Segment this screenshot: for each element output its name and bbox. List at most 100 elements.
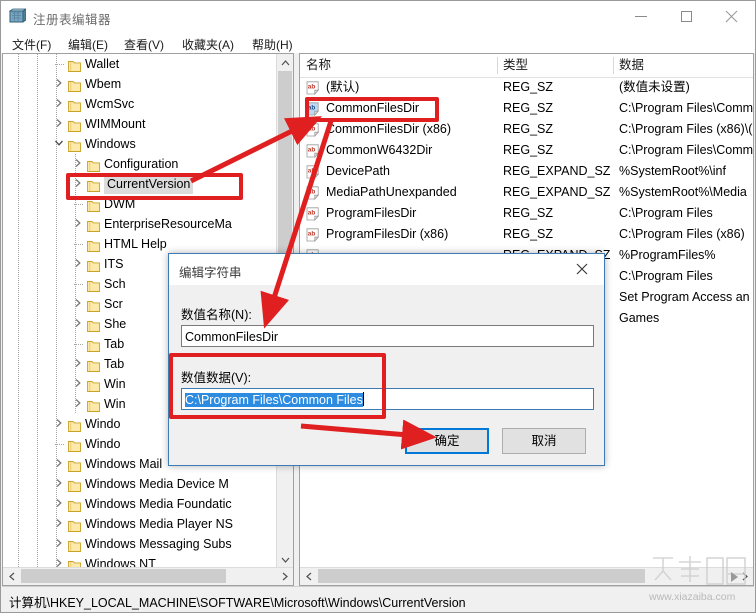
table-row[interactable]: abCommonFilesDirREG_SZC:\Program Files\C… [300, 98, 753, 119]
tree-hscroll-thumb[interactable] [21, 569, 226, 583]
list-hscroll-thumb[interactable] [318, 569, 645, 583]
tree-item-enterpriseresourcema[interactable]: EnterpriseResourceMa [3, 214, 277, 234]
tree-guide-line [56, 374, 57, 394]
table-row[interactable]: abMediaPathUnexpandedREG_EXPAND_SZ%Syste… [300, 182, 753, 203]
chevron-right-icon[interactable] [54, 498, 66, 510]
tree-item-label: Windo [85, 414, 120, 434]
table-row[interactable]: abProgramFilesDir (x86)REG_SZC:\Program … [300, 224, 753, 245]
ok-button[interactable]: 确定 [405, 428, 489, 454]
chevron-right-icon[interactable] [73, 258, 85, 270]
tree-item-windows-nt[interactable]: Windows NT [3, 554, 277, 568]
chevron-down-icon[interactable] [54, 138, 66, 150]
tree-scroll-left-icon[interactable] [3, 568, 20, 584]
edit-string-dialog: 编辑字符串 数值名称(N): CommonFilesDir 数值数据(V): C… [168, 253, 605, 466]
tree-guide-line [56, 214, 57, 234]
tree-item-label: Scr [104, 294, 123, 314]
tree-scroll-down-icon[interactable] [277, 551, 293, 568]
tree-item-label: EnterpriseResourceMa [104, 214, 232, 234]
tree-item-wallet[interactable]: Wallet [3, 54, 277, 74]
chevron-right-icon[interactable] [73, 318, 85, 330]
chevron-right-icon[interactable] [54, 458, 66, 470]
chevron-right-icon[interactable] [54, 118, 66, 130]
tree-item-windows[interactable]: Windows [3, 134, 277, 154]
column-header-type[interactable]: 类型 [497, 54, 613, 77]
chevron-right-icon[interactable] [73, 378, 85, 390]
menu-edit[interactable]: 编辑(E) [63, 35, 113, 54]
tree-item-wimmount[interactable]: WIMMount [3, 114, 277, 134]
menu-help[interactable]: 帮助(H) [247, 35, 298, 54]
chevron-right-icon[interactable] [73, 178, 85, 190]
value-data-input[interactable]: C:\Program Files\Common Files [181, 388, 594, 410]
chevron-right-icon[interactable] [54, 98, 66, 110]
chevron-right-icon[interactable] [73, 298, 85, 310]
close-button[interactable] [709, 1, 754, 31]
menu-view[interactable]: 查看(V) [119, 35, 169, 54]
tree-guide-line [18, 134, 19, 154]
tree-item-wcmsvc[interactable]: WcmSvc [3, 94, 277, 114]
tree-item-label: Windows Media Player NS [85, 514, 233, 534]
chevron-right-icon[interactable] [73, 398, 85, 410]
chevron-right-icon[interactable] [54, 518, 66, 530]
tree-item-configuration[interactable]: Configuration [3, 154, 277, 174]
folder-icon [87, 158, 100, 170]
tree-item-wbem[interactable]: Wbem [3, 74, 277, 94]
folder-icon [87, 218, 100, 230]
value-name-input[interactable]: CommonFilesDir [181, 325, 594, 347]
cell-data: C:\Program Files (x86)\( [619, 119, 752, 140]
tree-horizontal-scrollbar[interactable] [3, 567, 293, 585]
tree-item-label: DWM [104, 194, 135, 214]
tree-guide-line [56, 314, 57, 334]
minimize-button[interactable] [619, 1, 664, 31]
table-row[interactable]: abDevicePathREG_EXPAND_SZ%SystemRoot%\in… [300, 161, 753, 182]
list-scroll-right-icon[interactable] [736, 568, 753, 584]
tree-guide-line [37, 414, 38, 434]
chevron-right-icon[interactable] [54, 78, 66, 90]
tree-guide-line [37, 514, 38, 534]
tree-item-label: Tab [104, 354, 124, 374]
folder-icon [87, 278, 100, 290]
cell-name: MediaPathUnexpanded [326, 182, 457, 203]
list-scroll-left-icon[interactable] [300, 568, 317, 584]
folder-icon [68, 98, 81, 110]
tree-item-currentversion[interactable]: CurrentVersion [3, 174, 277, 194]
table-row[interactable]: abCommonW6432DirREG_SZC:\Program Files\C… [300, 140, 753, 161]
folder-icon [68, 118, 81, 130]
chevron-right-icon[interactable] [54, 418, 66, 430]
tree-item-label: Windows Media Device M [85, 474, 229, 494]
tree-item-windows-media-player-ns[interactable]: Windows Media Player NS [3, 514, 277, 534]
tree-item-dwm[interactable]: DWM [3, 194, 277, 214]
dialog-close-button[interactable] [560, 254, 604, 284]
chevron-right-icon[interactable] [54, 478, 66, 490]
cell-type: REG_SZ [503, 98, 553, 119]
cell-name: DevicePath [326, 161, 390, 182]
dialog-title: 编辑字符串 [179, 262, 242, 281]
tree-item-label: Wbem [85, 74, 121, 94]
column-header-data[interactable]: 数据 [613, 54, 753, 77]
folder-icon [68, 498, 81, 510]
tree-guide-line [18, 174, 19, 194]
maximize-button[interactable] [664, 1, 709, 31]
tree-item-windows-media-foundatic[interactable]: Windows Media Foundatic [3, 494, 277, 514]
tree-item-windows-messaging-subs[interactable]: Windows Messaging Subs [3, 534, 277, 554]
menu-file[interactable]: 文件(F) [7, 35, 56, 54]
chevron-right-icon[interactable] [73, 158, 85, 170]
tree-guide-line [37, 314, 38, 334]
column-header-name[interactable]: 名称 [300, 54, 497, 77]
cell-type: REG_SZ [503, 77, 553, 98]
chevron-right-icon[interactable] [54, 538, 66, 550]
tree-guide-line [18, 214, 19, 234]
chevron-right-icon[interactable] [73, 358, 85, 370]
tree-scroll-up-icon[interactable] [277, 54, 293, 71]
menu-bar: 文件(F) 编辑(E) 查看(V) 收藏夹(A) 帮助(H) [1, 32, 755, 53]
table-row[interactable]: abCommonFilesDir (x86)REG_SZC:\Program F… [300, 119, 753, 140]
tree-item-windows-media-device-m[interactable]: Windows Media Device M [3, 474, 277, 494]
tree-item-html-help[interactable]: HTML Help [3, 234, 277, 254]
folder-icon [87, 338, 100, 350]
cancel-button[interactable]: 取消 [502, 428, 586, 454]
menu-favorites[interactable]: 收藏夹(A) [177, 35, 239, 54]
table-row[interactable]: ab(默认)REG_SZ(数值未设置) [300, 77, 753, 98]
tree-scroll-right-icon[interactable] [276, 568, 293, 584]
chevron-right-icon[interactable] [73, 218, 85, 230]
table-row[interactable]: abProgramFilesDirREG_SZC:\Program Files [300, 203, 753, 224]
list-horizontal-scrollbar[interactable] [300, 567, 753, 585]
